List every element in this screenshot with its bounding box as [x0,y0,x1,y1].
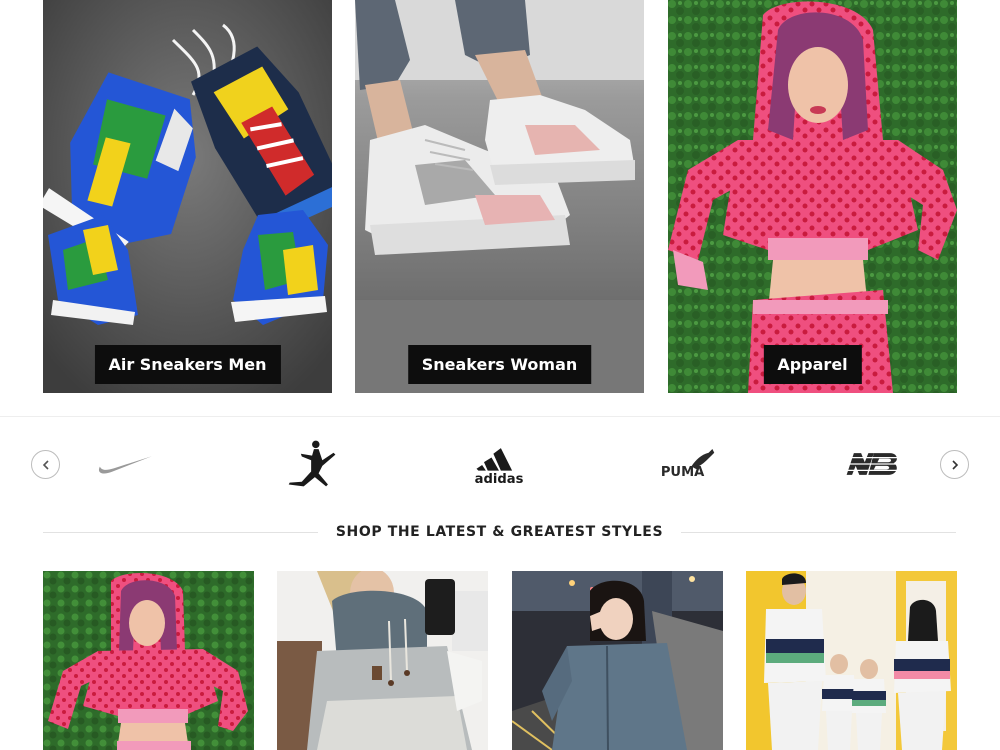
pink-heart-tracksuit-photo [668,0,957,393]
category-tile-sneakers-woman[interactable]: Sneakers Woman [355,0,644,393]
new-balance-logo [843,453,901,475]
pink-heart-tracksuit-woman [43,571,254,750]
product-card-1[interactable] [43,571,254,750]
nike-swoosh-logo [98,456,152,474]
heading-rule-left [43,531,318,533]
category-tile-air-sneakers-men[interactable]: Air Sneakers Men [43,0,332,393]
category-label[interactable]: Apparel [763,345,862,384]
chevron-right-icon [951,459,958,470]
shop-page: Air Sneakers Men Sneakers Woman Apparel … [0,0,1000,750]
colorful-sneakers-photo [43,0,332,393]
puma-logo: PUMA [661,449,715,480]
adidas-wordmark: adidas [475,472,524,486]
adidas-logo: adidas [475,448,524,486]
blue-hoodie-street-night [512,571,723,750]
chevron-left-icon [42,459,49,470]
product-card-4[interactable] [746,571,957,750]
category-label[interactable]: Air Sneakers Men [94,345,281,384]
jumpman-logo [288,440,336,487]
family-matching-sweaters [746,571,957,750]
brand-jordan[interactable] [282,438,344,490]
brand-puma[interactable]: PUMA [656,438,720,490]
white-sneakers-on-feet-photo [355,0,644,393]
section-title: SHOP THE LATEST & GREATEST STYLES [335,524,664,540]
brand-new-balance[interactable] [840,438,904,490]
category-label[interactable]: Sneakers Woman [407,345,592,384]
brand-adidas[interactable]: adidas [467,438,531,490]
carousel-prev-button[interactable] [31,450,60,479]
carousel-next-button[interactable] [940,450,969,479]
category-tile-apparel[interactable]: Apparel [668,0,957,393]
brand-nike[interactable] [90,438,160,490]
product-card-2[interactable] [277,571,488,750]
section-heading: SHOP THE LATEST & GREATEST STYLES [43,520,957,544]
product-card-3[interactable] [512,571,723,750]
grey-hoodie-selfie [277,571,488,750]
section-divider [0,416,1000,417]
heading-rule-right [681,531,957,533]
